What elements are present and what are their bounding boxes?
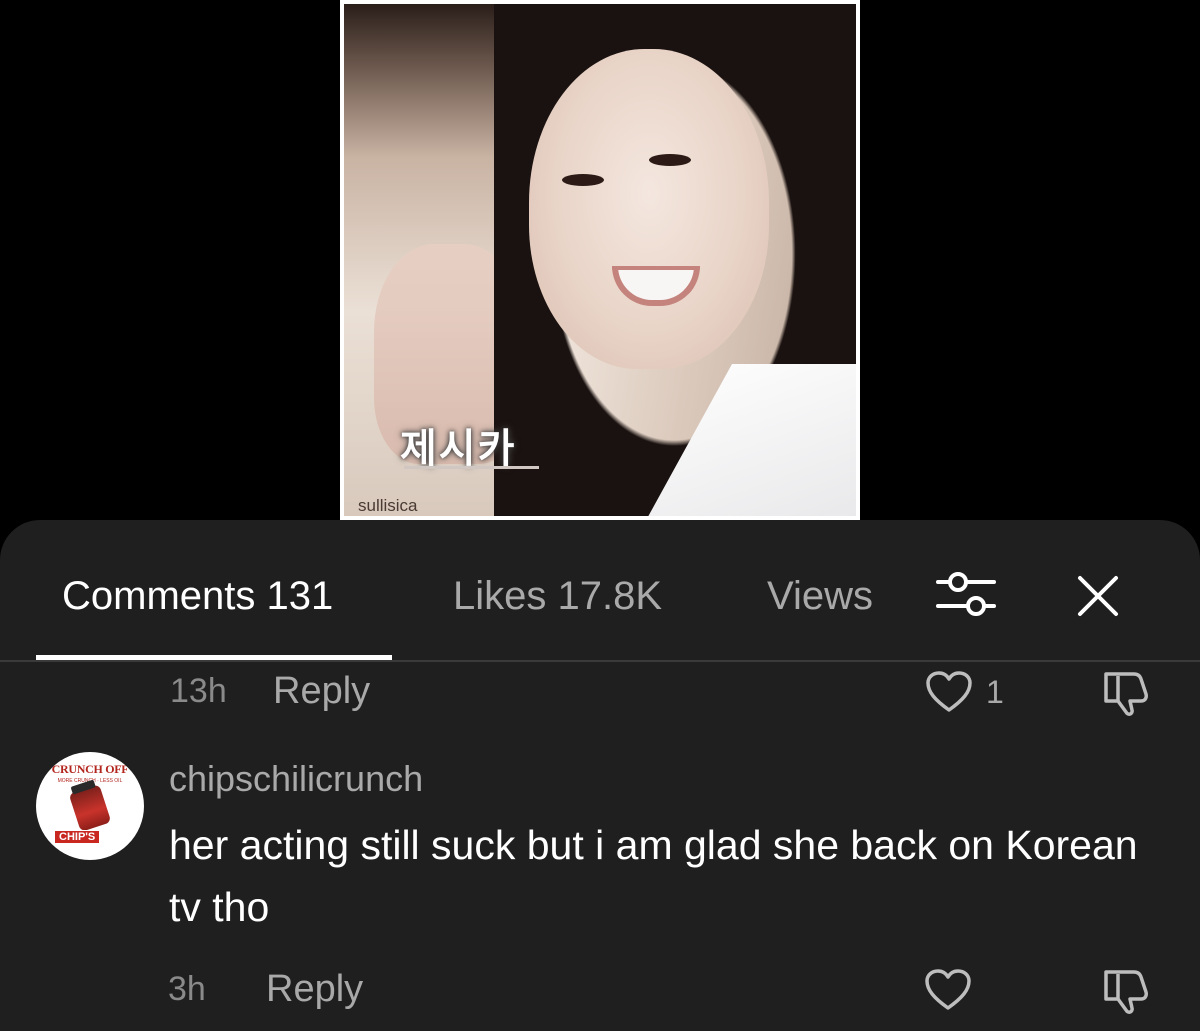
video-thumbnail[interactable]: 제시카 sullisica xyxy=(340,0,860,520)
thumbs-down-icon[interactable] xyxy=(1100,668,1154,718)
video-frame: 제시카 sullisica xyxy=(344,4,856,516)
avatar[interactable]: CRUNCH OFF MORE CRUNCH · LESS OIL CHIP'S xyxy=(36,752,144,860)
face xyxy=(529,49,769,369)
avatar-banner-text: CRUNCH OFF xyxy=(51,762,129,776)
sliders-filter-icon[interactable] xyxy=(934,568,998,620)
heart-icon[interactable] xyxy=(925,670,973,714)
right-eye xyxy=(649,154,691,166)
comment-time: 13h xyxy=(170,672,227,710)
reply-button[interactable]: Reply xyxy=(266,968,363,1011)
tab-likes[interactable]: Likes 17.8K xyxy=(453,573,662,619)
thumbs-down-icon[interactable] xyxy=(1100,966,1154,1016)
video-watermark: sullisica xyxy=(358,496,418,515)
comment-username[interactable]: chipschilicrunch xyxy=(169,758,423,800)
comment-text: her acting still suck but i am glad she … xyxy=(169,822,1138,930)
left-eye xyxy=(562,174,604,186)
reply-button[interactable]: Reply xyxy=(273,670,370,713)
avatar-badge: CHIP'S xyxy=(54,830,101,844)
tabs-divider xyxy=(0,660,1200,662)
tab-views[interactable]: Views xyxy=(767,573,873,619)
chili-jar-image xyxy=(68,784,112,832)
caption-underline xyxy=(404,466,539,469)
like-count: 1 xyxy=(986,674,1004,710)
comment-time: 3h xyxy=(168,970,206,1008)
tab-comments[interactable]: Comments 131 xyxy=(62,573,333,619)
tab-bar: Comments 131 Likes 17.8K Views xyxy=(0,520,1200,662)
heart-icon[interactable] xyxy=(923,968,973,1012)
close-icon[interactable] xyxy=(1076,574,1120,618)
